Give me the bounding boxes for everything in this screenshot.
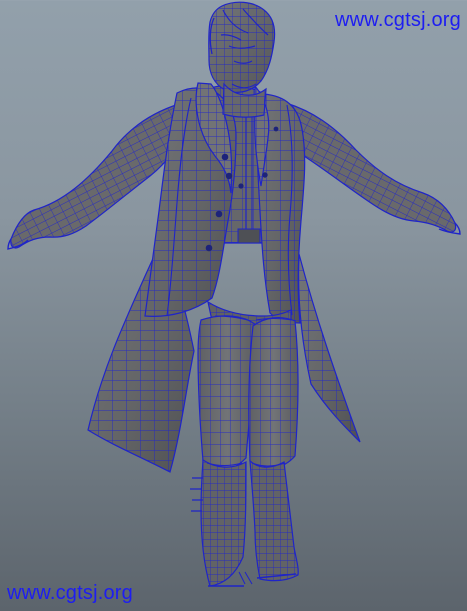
watermark-top: www.cgtsj.org <box>335 9 461 31</box>
coat-button <box>225 172 233 180</box>
coat-button <box>262 172 268 178</box>
right-leg-mesh <box>248 316 299 470</box>
coat-button <box>273 126 279 132</box>
character-mesh-icon <box>7 1 461 587</box>
left-boot-mesh <box>190 458 247 587</box>
3d-viewport[interactable]: www.cgtsj.org www.cgtsj.org <box>0 0 467 611</box>
watermark-bottom: www.cgtsj.org <box>7 582 133 604</box>
coat-button <box>238 183 244 189</box>
coat-button <box>221 153 229 161</box>
left-leg-mesh <box>197 315 258 470</box>
right-boot-mesh <box>238 459 299 585</box>
head-mesh <box>208 1 276 93</box>
coat-button <box>215 210 223 218</box>
coat-button <box>205 244 213 252</box>
